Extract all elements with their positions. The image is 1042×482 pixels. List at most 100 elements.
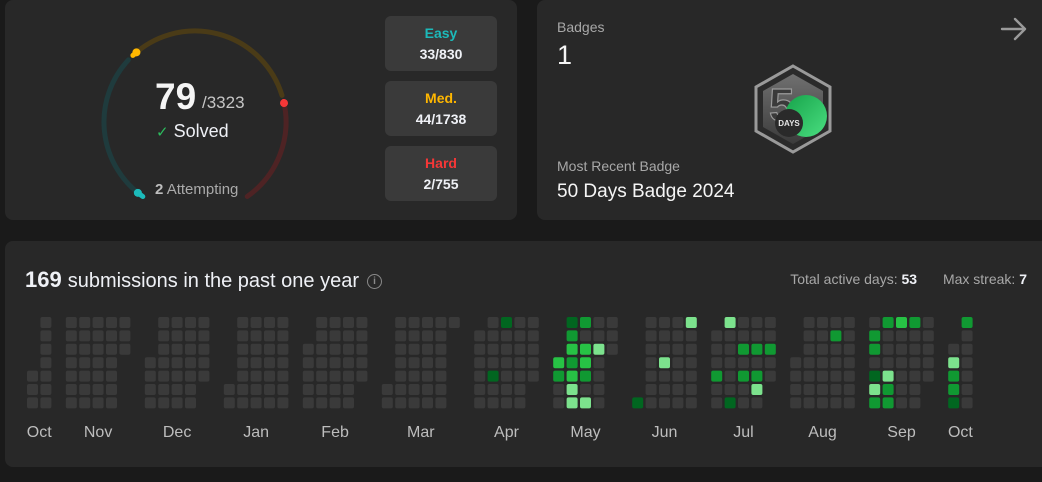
heatmap-day-cell xyxy=(223,397,235,409)
heatmap-day-cell xyxy=(106,330,117,342)
heatmap-day-cell xyxy=(764,330,776,342)
heatmap-day-cell xyxy=(198,317,210,328)
heatmap-day-cell xyxy=(645,317,657,328)
badges-count: 1 xyxy=(557,40,573,70)
heatmap-day-cell xyxy=(422,384,433,395)
hard-track-arc xyxy=(244,99,289,199)
heatmap-day-cell xyxy=(593,397,605,409)
easy-track-arc xyxy=(101,57,146,199)
medium-difficulty-box[interactable]: Med. 44/1738 xyxy=(385,81,497,136)
heatmap-day-cell xyxy=(869,317,881,328)
heatmap-day-cell xyxy=(803,397,815,409)
heatmap-day-cell xyxy=(171,317,183,328)
heatmap-day-cell xyxy=(264,317,275,328)
heatmap-day-cell xyxy=(803,330,815,342)
heatmap-day-cell xyxy=(237,370,249,382)
heatmap-day-cell xyxy=(79,370,91,382)
heatmap-day-cell xyxy=(435,357,447,369)
heatmap-day-cell xyxy=(896,357,907,369)
heatmap-day-cell xyxy=(882,370,894,382)
month-label: May xyxy=(570,424,601,441)
heatmap-day-cell xyxy=(580,397,591,409)
heatmap-day-cell xyxy=(237,317,249,328)
heatmap-day-cell xyxy=(514,330,526,342)
heatmap-day-cell xyxy=(185,343,196,355)
heatmap-day-cell xyxy=(408,357,420,369)
heatmap-day-cell xyxy=(645,343,657,355)
month-label: Dec xyxy=(162,424,192,441)
heatmap-day-cell xyxy=(566,357,578,369)
heatmap-day-cell xyxy=(343,357,354,369)
submission-heatmap-card: 169 submissions in the past one year i Tot… xyxy=(5,241,1042,467)
heatmap-day-cell xyxy=(830,343,842,355)
heatmap-day-cell xyxy=(922,330,934,342)
heatmap-day-cell xyxy=(185,357,196,369)
heatmap-day-cell xyxy=(487,370,499,382)
heatmap-day-cell xyxy=(961,384,973,395)
heatmap-day-cell xyxy=(580,330,591,342)
heatmap-day-cell xyxy=(882,384,894,395)
heatmap-day-cell xyxy=(882,357,894,369)
month-label: Mar xyxy=(407,424,435,441)
heatmap-day-cell xyxy=(882,343,894,355)
heatmap-day-cell xyxy=(250,343,262,355)
heatmap-day-cell xyxy=(751,370,763,382)
heatmap-day-cell xyxy=(948,343,960,355)
heatmap-day-cell xyxy=(158,370,170,382)
heatmap-day-cell xyxy=(764,317,776,328)
solved-count: 79 xyxy=(155,76,197,117)
heatmap-day-cell xyxy=(395,357,407,369)
heatmap-day-cell xyxy=(223,384,235,395)
heatmap-day-cell xyxy=(632,397,644,409)
easy-label: Easy xyxy=(424,25,458,41)
heatmap-day-cell xyxy=(422,397,433,409)
hard-difficulty-box[interactable]: Hard 2/755 xyxy=(385,146,497,201)
heatmap-day-cell xyxy=(264,370,275,382)
heatmap-day-cell xyxy=(896,370,907,382)
heatmap-day-cell xyxy=(738,330,749,342)
fifty-days-badge-icon[interactable]: 5 DAYS xyxy=(750,63,836,155)
heatmap-day-cell xyxy=(553,357,565,369)
heatmap-day-cell xyxy=(302,357,314,369)
heatmap-day-cell xyxy=(527,343,539,355)
heatmap-day-cell xyxy=(435,397,447,409)
heatmap-day-cell xyxy=(922,317,934,328)
heatmap-day-cell xyxy=(106,397,117,409)
heatmap-day-cell xyxy=(843,397,855,409)
heatmap-day-cell xyxy=(922,343,934,355)
heatmap-day-cell xyxy=(580,357,591,369)
hard-label: Hard xyxy=(425,155,457,171)
heatmap-day-cell xyxy=(250,357,262,369)
heatmap-day-cell xyxy=(79,343,91,355)
heatmap-day-cell xyxy=(65,397,77,409)
heatmap-day-cell xyxy=(711,343,723,355)
month-label: Sep xyxy=(887,424,916,441)
heatmap-day-cell xyxy=(408,397,420,409)
easy-difficulty-box[interactable]: Easy 33/830 xyxy=(385,16,497,71)
heatmap-day-cell xyxy=(817,317,828,328)
heatmap-day-cell xyxy=(803,370,815,382)
heatmap-day-cell xyxy=(672,397,684,409)
heatmap-day-cell xyxy=(171,397,183,409)
arrow-right-icon[interactable] xyxy=(999,14,1029,44)
heatmap-day-cell xyxy=(343,317,354,328)
heatmap-day-cell xyxy=(422,317,433,328)
heatmap-day-cell xyxy=(685,384,697,395)
medium-progress-dot xyxy=(132,48,141,57)
heatmap-day-cell xyxy=(790,397,802,409)
heatmap-day-cell xyxy=(711,357,723,369)
heatmap-day-cell xyxy=(92,397,104,409)
heatmap-day-cell xyxy=(580,343,591,355)
heatmap-day-cell xyxy=(65,370,77,382)
heatmap-day-cell xyxy=(672,370,684,382)
heatmap-day-cell xyxy=(593,343,605,355)
heatmap-day-cell xyxy=(356,357,368,369)
heatmap-day-cell xyxy=(843,370,855,382)
heatmap-day-cell xyxy=(724,330,736,342)
heatmap-day-cell xyxy=(501,330,512,342)
heatmap-day-cell xyxy=(961,370,973,382)
heatmap-day-cell xyxy=(250,317,262,328)
badges-card: Badges 1 5 DAYS Most Recent Badge 50 Day… xyxy=(537,0,1042,220)
heatmap-day-cell xyxy=(514,357,526,369)
easy-count: 33/830 xyxy=(419,46,463,62)
